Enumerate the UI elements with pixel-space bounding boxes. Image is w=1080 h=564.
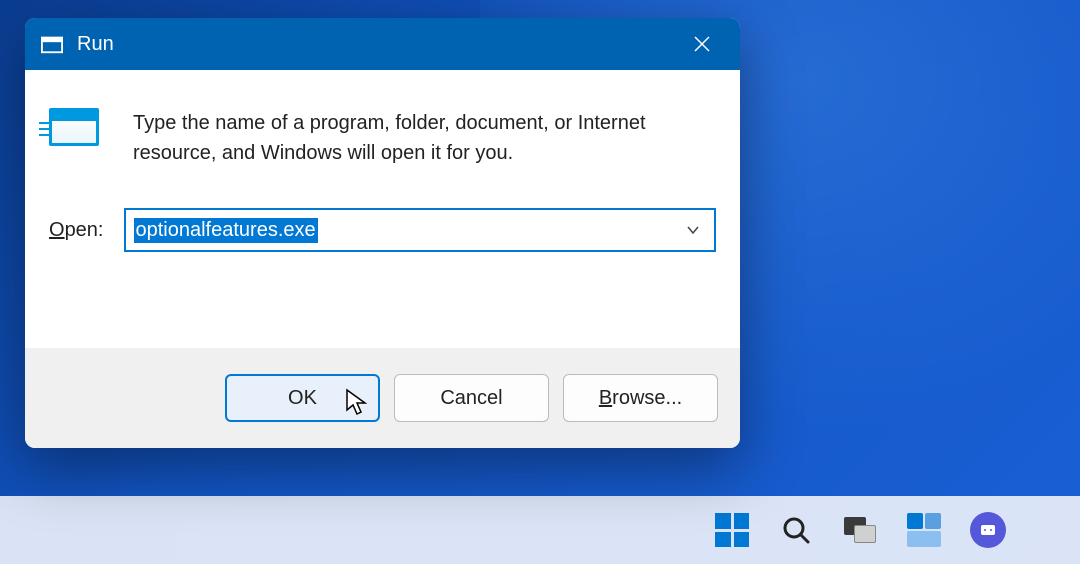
close-button[interactable] bbox=[680, 22, 724, 66]
titlebar[interactable]: Run bbox=[25, 18, 740, 70]
chat-button[interactable] bbox=[964, 506, 1012, 554]
task-view-button[interactable] bbox=[836, 506, 884, 554]
browse-button[interactable]: Browse... bbox=[563, 374, 718, 422]
close-icon bbox=[693, 35, 711, 53]
run-titlebar-icon bbox=[41, 34, 63, 54]
open-row: Open: optionalfeatures.exe bbox=[25, 192, 740, 252]
button-row: OK Cancel Browse... bbox=[25, 348, 740, 448]
chevron-down-icon[interactable] bbox=[686, 223, 700, 237]
ok-button[interactable]: OK bbox=[225, 374, 380, 422]
search-button[interactable] bbox=[772, 506, 820, 554]
ok-button-label: OK bbox=[288, 387, 317, 410]
dialog-body: Type the name of a program, folder, docu… bbox=[25, 70, 740, 192]
dialog-description: Type the name of a program, folder, docu… bbox=[133, 108, 716, 168]
run-dialog-icon bbox=[49, 108, 109, 158]
task-view-icon bbox=[844, 517, 876, 543]
dialog-title: Run bbox=[77, 33, 680, 56]
open-input-value[interactable]: optionalfeatures.exe bbox=[134, 218, 318, 243]
widgets-button[interactable] bbox=[900, 506, 948, 554]
run-dialog: Run Type the name of a program, folder, … bbox=[25, 18, 740, 448]
browse-button-label: Browse... bbox=[599, 387, 682, 410]
windows-logo-icon bbox=[715, 513, 749, 547]
cancel-button-label: Cancel bbox=[440, 387, 502, 410]
cancel-button[interactable]: Cancel bbox=[394, 374, 549, 422]
open-combobox[interactable]: optionalfeatures.exe bbox=[124, 208, 717, 252]
chat-icon bbox=[970, 512, 1006, 548]
start-button[interactable] bbox=[708, 506, 756, 554]
search-icon bbox=[780, 514, 812, 546]
widgets-icon bbox=[907, 513, 941, 547]
open-label: Open: bbox=[49, 219, 104, 242]
taskbar[interactable] bbox=[0, 496, 1080, 564]
